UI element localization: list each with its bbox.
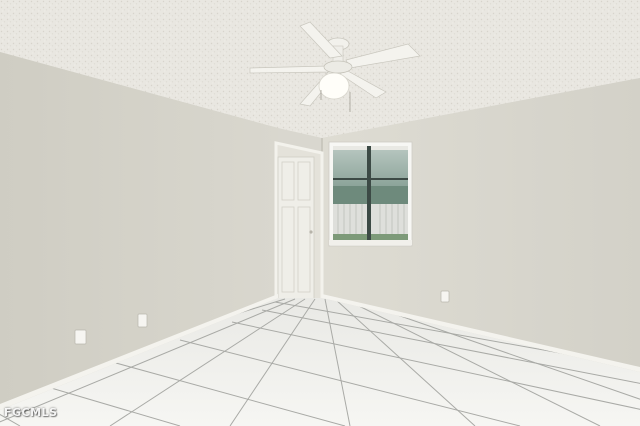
window-icon — [328, 141, 413, 247]
watermark: FGCMLS — [4, 406, 58, 419]
outlet-left — [137, 313, 148, 328]
outlet-right — [440, 290, 450, 303]
room-illustration — [0, 0, 640, 426]
phone-jack — [74, 329, 87, 345]
room-photo: FGCMLS — [0, 0, 640, 426]
